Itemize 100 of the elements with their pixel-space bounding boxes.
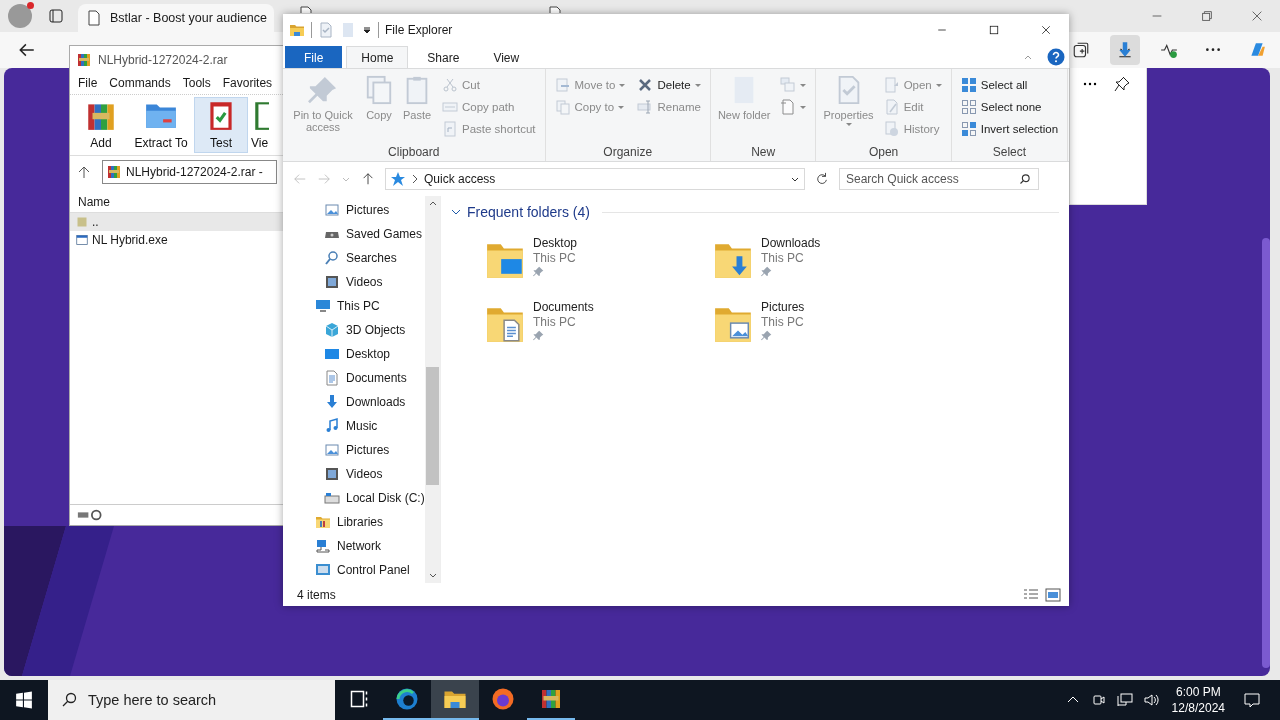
menu-item[interactable]: File (78, 76, 98, 90)
group-label: Organize (602, 145, 654, 161)
path-field[interactable]: NLHybrid-1272024-2.rar - (102, 160, 277, 184)
ribbon-button[interactable]: Delete (634, 75, 704, 95)
search-icon (324, 250, 340, 266)
nav-item[interactable]: Control Panel (283, 558, 425, 582)
group-label: New (750, 145, 777, 161)
toolbar-button[interactable]: Add (74, 97, 128, 153)
ribbon-tab[interactable]: View (478, 46, 535, 68)
group-label: Open (867, 145, 900, 161)
more-glyph-icon (1204, 48, 1222, 52)
nav-item[interactable]: Music (283, 414, 425, 438)
downloads-glyph-icon (1116, 41, 1134, 59)
toolbar-button[interactable]: Extract To (130, 97, 192, 153)
ribbon-tab[interactable]: Home (346, 46, 409, 68)
window-title: File Explorer (385, 23, 453, 37)
nav-item[interactable]: Desktop (283, 342, 425, 366)
firefox-icon (491, 687, 515, 711)
film-icon (324, 466, 340, 482)
folder-tile[interactable]: Desktop This PC (485, 236, 713, 286)
control-panel-icon (315, 562, 331, 578)
close-icon[interactable] (1040, 24, 1052, 36)
nav-item[interactable]: Libraries (283, 510, 425, 534)
folder-tile[interactable]: Documents This PC (485, 300, 713, 350)
new-item-icon (780, 77, 797, 93)
ribbon-tab[interactable]: File (285, 46, 343, 68)
restore-icon[interactable] (1200, 9, 1214, 23)
archive-icon (76, 52, 92, 68)
up-arrow-icon[interactable] (76, 164, 92, 180)
nav-item[interactable]: Local Disk (C:) (283, 486, 425, 510)
file-row[interactable]: NL Hybrid.exe (70, 231, 283, 249)
browser-tab[interactable]: Bstlar - Boost your audience (78, 4, 274, 32)
scrollbar[interactable] (1262, 238, 1270, 668)
nav-item[interactable]: Network (283, 534, 425, 558)
paste-shortcut-icon (442, 121, 458, 137)
nav-item[interactable]: Saved Games (283, 222, 425, 246)
search-field[interactable]: Search Quick access (839, 168, 1039, 190)
downloads-icon[interactable] (1110, 35, 1140, 65)
chevron-right-icon (412, 174, 418, 184)
nav-item[interactable]: Pictures (283, 198, 425, 222)
ribbon-button[interactable]: Select none (957, 97, 1062, 117)
menu-item[interactable]: Favorites (222, 76, 273, 90)
camera-icon[interactable] (1090, 692, 1107, 708)
chevron-icon (451, 207, 461, 217)
menu-item[interactable]: Tools (182, 76, 211, 90)
pin-icon (308, 75, 338, 105)
file-row[interactable]: .. (70, 213, 283, 231)
copy-path-icon (442, 99, 458, 115)
start-icon[interactable] (15, 691, 33, 709)
folder-tile[interactable]: Downloads This PC (713, 236, 941, 286)
scrollbar[interactable] (425, 196, 440, 583)
nav-item[interactable]: This PC (283, 294, 425, 318)
folder-tile[interactable]: Pictures This PC (713, 300, 941, 350)
tiles-view-icon[interactable] (1045, 586, 1061, 603)
back-arrow-icon[interactable] (18, 41, 36, 59)
nav-item[interactable]: Videos (283, 462, 425, 486)
notifications-icon[interactable] (1244, 692, 1260, 708)
group-label: Clipboard (387, 145, 441, 161)
profile-avatar[interactable] (8, 4, 32, 28)
nav-item[interactable]: Pictures (283, 438, 425, 462)
nav-item[interactable]: Documents (283, 366, 425, 390)
nav-item[interactable]: Downloads (283, 390, 425, 414)
ribbon-tab[interactable]: Share (412, 46, 475, 68)
library-icon (315, 514, 331, 530)
maximize-icon[interactable] (988, 24, 1000, 36)
nav-item[interactable]: Videos (283, 270, 425, 294)
address-bar[interactable]: Quick access (385, 168, 805, 190)
taskbar-search-field[interactable]: Type here to search (48, 680, 335, 720)
ribbon-button[interactable]: Invert selection (957, 119, 1062, 139)
star-icon (390, 171, 406, 187)
scissors-icon (442, 77, 458, 93)
close-icon[interactable] (1250, 9, 1264, 23)
open-icon (883, 77, 900, 93)
help-icon[interactable] (1047, 48, 1065, 66)
scroll-thumb[interactable] (426, 367, 439, 485)
download-arrow-icon (324, 394, 340, 410)
collections-glyph-icon (1072, 41, 1090, 59)
picture-icon (324, 202, 340, 218)
document-icon (324, 370, 340, 386)
nav-item[interactable]: Searches (283, 246, 425, 270)
network-icon[interactable] (1116, 692, 1133, 708)
clock[interactable]: 6:00 PM 12/8/2024 (1171, 684, 1225, 716)
volume-icon[interactable] (1142, 692, 1159, 708)
tab-actions-icon[interactable] (48, 8, 64, 24)
dropdown-icon[interactable] (362, 25, 372, 35)
column-header[interactable]: Name (78, 195, 110, 209)
menu-item[interactable]: Commands (109, 76, 171, 90)
search-icon (1019, 173, 1031, 185)
up-arrow-icon[interactable] (361, 172, 375, 186)
pin-icon[interactable] (1114, 76, 1130, 92)
copy-icon (364, 75, 394, 105)
nav-item[interactable]: 3D Objects (283, 318, 425, 342)
ribbon-button[interactable]: Select all (957, 75, 1062, 95)
select-all-icon (960, 77, 977, 93)
explorer-taskbar-icon[interactable] (431, 680, 479, 720)
toolbar-button[interactable]: Test (194, 97, 248, 153)
refresh-icon[interactable] (815, 172, 829, 186)
window-title: NLHybrid-1272024-2.rar (98, 53, 228, 67)
toolbar-button[interactable]: Vie (250, 97, 270, 153)
section-header[interactable]: Frequent folders (4) (451, 204, 1059, 220)
